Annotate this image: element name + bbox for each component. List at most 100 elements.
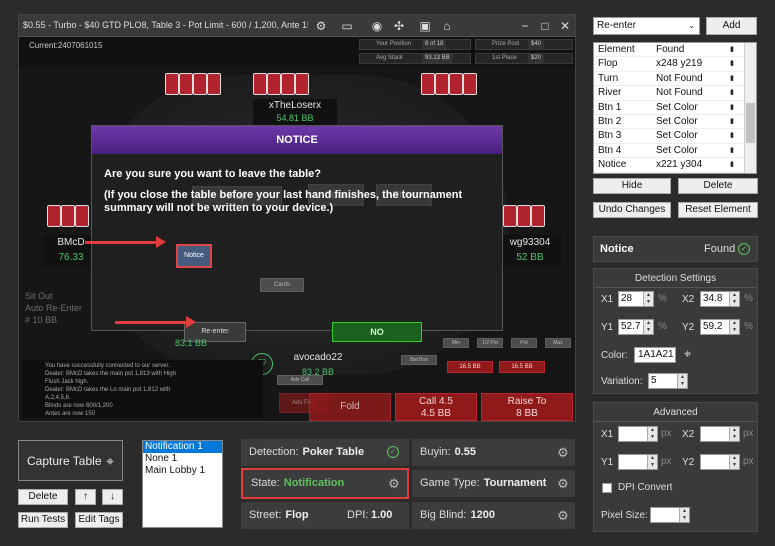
variation-input[interactable]: 5 ▲ ▼ xyxy=(648,373,688,389)
dpi-convert-checkbox[interactable] xyxy=(602,483,612,493)
no-button[interactable]: NO xyxy=(332,322,422,342)
delete-button[interactable]: Delete xyxy=(18,489,68,505)
element-status: Not Found xyxy=(656,72,703,84)
add-button[interactable]: Add xyxy=(706,17,757,35)
street-value: Flop xyxy=(285,509,309,521)
list-item[interactable]: Main Lobby 1 xyxy=(143,465,222,477)
element-dropdown[interactable]: Re-enter ⌄ xyxy=(593,17,700,35)
game-title-bar: $0.55 - Turbo - $40 GTD PLO8, Table 3 - … xyxy=(19,15,575,37)
advanced-title: Advanced xyxy=(653,407,698,418)
capture-table-button[interactable]: Capture Table ⌖ xyxy=(18,440,123,481)
adv-y2-input[interactable]: ▲ ▼ xyxy=(700,454,740,470)
gear-icon[interactable]: ⚙ xyxy=(313,18,329,34)
hero-name: avocado22 xyxy=(293,352,343,363)
lock-icon[interactable]: ▮ xyxy=(730,72,734,86)
dropdown-value: Re-enter xyxy=(597,20,636,31)
element-row[interactable]: Element Found ▮ xyxy=(594,43,756,58)
chat-bubble-icon[interactable]: ▭ xyxy=(337,18,357,34)
eye-icon[interactable]: ◉ xyxy=(369,18,385,34)
lock-icon[interactable]: ▮ xyxy=(730,144,734,158)
reset-element-button[interactable]: Reset Element xyxy=(678,202,758,218)
home-icon[interactable]: ⌂ xyxy=(439,18,455,34)
call-label: Call 4.5 xyxy=(419,396,453,407)
move-down-button[interactable]: ↓ xyxy=(102,489,123,505)
color-input[interactable]: 1A1A21 xyxy=(634,347,676,363)
element-row[interactable]: Turn Not Found ▮ xyxy=(594,72,756,87)
element-row[interactable]: Btn 1 Set Color ▮ xyxy=(594,101,756,115)
lock-icon[interactable]: ▮ xyxy=(730,57,734,71)
max-bet-button[interactable]: Max xyxy=(545,338,571,348)
adv-y1-input[interactable]: ▲ ▼ xyxy=(618,454,658,470)
table-list[interactable]: Notification 1 None 1 Main Lobby 1 xyxy=(142,440,223,528)
call-button[interactable]: Call 4.5 4.5 BB xyxy=(395,393,477,421)
lock-icon[interactable]: ▮ xyxy=(730,129,734,143)
fold-button[interactable]: Fold xyxy=(309,393,391,421)
crosshair-icon[interactable]: ⌖ xyxy=(684,346,691,362)
element-row[interactable]: River Not Found ▮ xyxy=(594,86,756,101)
min-bet-button[interactable]: Min xyxy=(443,338,469,348)
close-icon[interactable]: ✕ xyxy=(557,18,573,34)
adv-x2-input[interactable]: ▲ ▼ xyxy=(700,426,740,442)
hide-button[interactable]: Hide xyxy=(593,178,671,194)
half-pot-button[interactable]: 1/2 Pot xyxy=(477,338,503,348)
element-status: x221 y304 xyxy=(656,159,703,171)
list-item[interactable]: Notification 1 xyxy=(143,441,222,453)
adv-call-button[interactable]: Adv Call xyxy=(277,375,323,385)
bet-box[interactable]: Bet Box xyxy=(401,355,437,365)
state-gear-icon[interactable]: ⚙ xyxy=(387,470,401,497)
lobby-icon[interactable]: ▣ xyxy=(417,18,433,34)
list-item[interactable]: None 1 xyxy=(143,453,222,465)
cards-button[interactable]: Cards xyxy=(260,278,304,292)
delete-element-button[interactable]: Delete xyxy=(678,178,758,194)
game-type-gear-icon[interactable]: ⚙ xyxy=(556,470,570,497)
lock-icon[interactable]: ▮ xyxy=(730,86,734,100)
pot-button[interactable]: Pot xyxy=(511,338,537,348)
px-unit: px xyxy=(661,428,672,439)
notice-button[interactable]: Notice xyxy=(176,244,212,268)
lock-icon[interactable]: ▮ xyxy=(730,158,734,172)
element-name: Turn xyxy=(598,72,619,84)
bet-amount-2[interactable]: 16.5 BB xyxy=(499,361,545,373)
element-row[interactable]: Flop x248 y219 ▮ xyxy=(594,57,756,72)
raise-amount: 8 BB xyxy=(516,408,538,419)
sit-out-checkbox[interactable]: Sit Out xyxy=(25,291,53,301)
undo-changes-button[interactable]: Undo Changes xyxy=(593,202,671,218)
network-icon[interactable]: ✣ xyxy=(391,18,407,34)
buyin-gear-icon[interactable]: ⚙ xyxy=(556,439,570,466)
percent-unit: % xyxy=(658,293,667,304)
adv-y1-label: Y1 xyxy=(601,457,614,468)
big-blind-gear-icon[interactable]: ⚙ xyxy=(556,502,570,529)
maximize-icon[interactable]: □ xyxy=(537,18,553,34)
x2-input[interactable]: 34.8 ▲ ▼ xyxy=(700,291,740,307)
state-field: State: Notification ⚙ xyxy=(241,468,409,499)
edit-tags-button[interactable]: Edit Tags xyxy=(75,512,123,528)
auto-reenter-checkbox[interactable]: Auto Re-Enter xyxy=(25,303,82,313)
element-row[interactable]: Btn 3 Set Color ▮ xyxy=(594,129,756,144)
adv-x1-input[interactable]: ▲ ▼ xyxy=(618,426,658,442)
y1-input[interactable]: 52.7 ▲ ▼ xyxy=(618,319,654,335)
bb-setting[interactable]: # 10 BB xyxy=(25,315,57,325)
game-title: $0.55 - Turbo - $40 GTD PLO8, Table 3 - … xyxy=(23,20,308,30)
element-table[interactable]: Element Found ▮ Flop x248 y219 ▮ Turn Not Found… xyxy=(593,42,757,174)
y2-input[interactable]: 59.2 ▲ ▼ xyxy=(700,319,740,335)
x1-input[interactable]: 28 ▲ ▼ xyxy=(618,291,654,307)
element-row[interactable]: Notice x221 y304 ▮ xyxy=(594,158,756,173)
element-name: Btn 4 xyxy=(598,144,622,156)
scrollbar-thumb[interactable] xyxy=(746,103,755,143)
tournament-info-bar: Current:2407061015 Your Position 8 of 18 … xyxy=(19,37,575,67)
element-row[interactable]: Btn 4 Set Color ▮ xyxy=(594,144,756,159)
raise-button[interactable]: Raise To 8 BB xyxy=(481,393,573,421)
lock-icon[interactable]: ▮ xyxy=(730,101,734,115)
element-status: Set Color xyxy=(656,115,698,127)
element-row[interactable]: Btn 2 Set Color ▮ xyxy=(594,115,756,130)
y2-value: 59.2 xyxy=(703,321,723,332)
lock-icon[interactable]: ▮ xyxy=(730,115,734,129)
scrollbar[interactable] xyxy=(744,43,756,173)
notice-header: NOTICE xyxy=(92,126,502,154)
move-up-button[interactable]: ↑ xyxy=(75,489,96,505)
minimize-icon[interactable]: − xyxy=(517,18,533,34)
lock-icon[interactable]: ▮ xyxy=(730,43,734,57)
pixel-size-input[interactable]: ▲ ▼ xyxy=(650,507,690,523)
run-tests-button[interactable]: Run Tests xyxy=(18,512,68,528)
bet-amount-1[interactable]: 16.5 BB xyxy=(447,361,493,373)
